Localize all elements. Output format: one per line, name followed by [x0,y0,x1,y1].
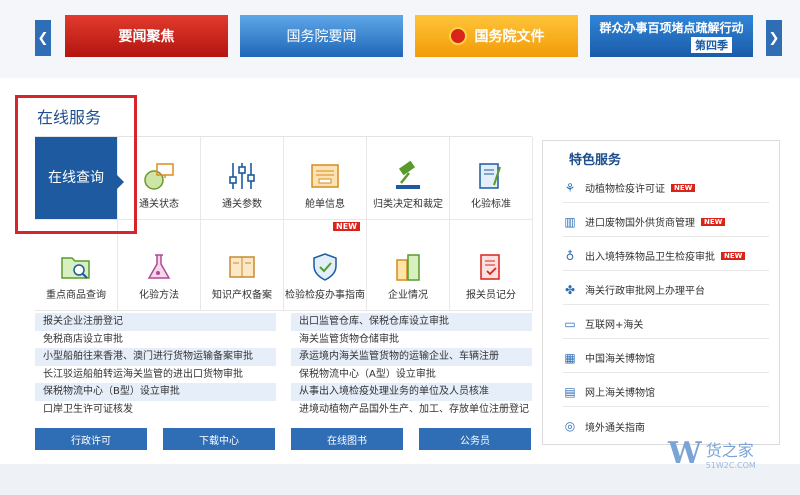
monitor-icon: ▭ [564,316,576,331]
download-center-button[interactable]: 下载中心 [163,428,275,450]
banner-carousel: ❮ 要闻聚焦 国务院要闻 国务院文件 群众办事百项堵点疏解行动 第四季 ❯ [0,0,800,78]
tile-classification-ruling[interactable]: 归类决定和裁定 [367,137,450,220]
link-item[interactable]: 保税物流中心（A型）设立审批 [291,366,532,384]
tray-icon [308,161,342,191]
book-icon [225,252,259,282]
web-museum-icon: ▤ [564,384,576,399]
new-badge: NEW [701,217,726,226]
special-item-label: 进口废物国外供货商管理 [585,218,695,229]
flask-icon [142,252,176,282]
special-item-label: 动植物检疫许可证 [585,184,665,195]
special-item-customs-museum[interactable]: ▦ 中国海关博物馆 [563,343,769,373]
special-item-label: 出入境特殊物品卫生检疫审批 [585,252,715,263]
special-item-label: 网上海关博物馆 [585,388,655,399]
tile-label: 重点商品查询 [46,290,106,301]
page: ❮ 要闻聚焦 国务院要闻 国务院文件 群众办事百项堵点疏解行动 第四季 ❯ 在线… [0,0,800,495]
highlight-box [15,95,137,234]
link-item[interactable]: 海关监管货物仓储审批 [291,331,532,349]
special-item-internet-customs[interactable]: ▭ 互联网+海关 [563,309,769,339]
tile-label: 检验检疫办事指南 [285,290,365,301]
tile-label: 化验标准 [471,199,511,210]
banner-state-council-docs[interactable]: 国务院文件 [415,15,578,57]
special-services-panel: 特色服务 ⚘ 动植物检疫许可证 NEW ▥ 进口废物国外供货商管理 NEW ♁ … [542,140,780,445]
banner-news-focus[interactable]: 要闻聚焦 [65,15,228,57]
tile-label: 归类决定和裁定 [373,199,443,210]
link-item[interactable]: 出口监管仓库、保税仓库设立审批 [291,313,532,331]
special-services-title: 特色服务 [569,153,622,168]
document-check-icon [474,252,508,282]
special-item-label: 互联网+海关 [585,320,644,331]
special-item-online-approval[interactable]: ✤ 海关行政审批网上办理平台 [563,275,769,305]
flask-icon: ♁ [565,248,575,263]
watermark-cn: 货之家 [705,440,754,460]
banner-state-council-docs-label: 国务院文件 [474,29,545,45]
globe-monitor-icon [142,161,176,191]
link-item[interactable]: 小型船舶往来香港、澳门进行货物运输备案审批 [35,348,276,366]
tile-label: 通关状态 [139,199,179,210]
shield-check-icon [308,252,342,282]
special-item-plant-quarantine[interactable]: ⚘ 动植物检疫许可证 NEW [563,173,769,203]
tile-ip-filing[interactable]: 知识产权备案 [201,220,284,311]
document-pen-icon [474,161,508,191]
compass-icon: ◎ [564,419,576,433]
gavel-icon [391,161,425,191]
tile-clearance-params[interactable]: 通关参数 [201,137,284,220]
tile-declarant-score[interactable]: 报关员记分 [450,220,533,311]
special-item-label: 中国海关博物馆 [585,354,655,365]
banner-service-campaign[interactable]: 群众办事百项堵点疏解行动 第四季 [590,15,753,57]
new-badge: NEW [671,183,696,192]
handshake-icon: ✤ [564,282,576,297]
banner-season-tag: 第四季 [691,37,732,53]
national-emblem-icon [448,27,467,45]
watermark-text: 货之家 51W2C.COM [706,437,756,470]
link-list-right: 出口监管仓库、保税仓库设立审批 海关监管货物仓储审批 承运境内海关监管货物的运输… [291,313,532,418]
watermark-en: 51W2C.COM [705,460,756,470]
banner-service-campaign-label: 群众办事百项堵点疏解行动 [599,21,744,35]
museum-icon: ▦ [564,350,576,365]
link-item[interactable]: 长江驳运船舶转运海关监管的进出口货物审批 [35,366,276,384]
tile-label: 化验方法 [139,290,179,301]
trash-icon: ▥ [564,214,576,229]
special-item-label: 海关行政审批网上办理平台 [585,286,705,297]
watermark-letter: W [668,435,702,471]
tile-label: 知识产权备案 [212,290,272,301]
tile-label: 企业情况 [388,290,428,301]
buildings-icon [391,252,425,282]
link-item[interactable]: 保税物流中心（B型）设立审批 [35,383,276,401]
special-item-online-museum[interactable]: ▤ 网上海关博物馆 [563,377,769,407]
prev-arrow-icon[interactable]: ❮ [35,20,51,56]
sliders-icon [225,161,259,191]
tile-label: 报关员记分 [466,290,516,301]
link-item[interactable]: 从事出入境检疫处理业务的单位及人员核准 [291,383,532,401]
link-item[interactable]: 报关企业注册登记 [35,313,276,331]
tile-label: 舱单信息 [305,199,345,210]
link-item[interactable]: 免税商店设立审批 [35,331,276,349]
tile-enterprise-info[interactable]: 企业情况 [367,220,450,311]
watermark-logo: W 货之家 51W2C.COM [668,433,794,473]
new-badge: NEW [721,251,746,260]
banner-state-council-news[interactable]: 国务院要闻 [240,15,403,57]
plant-icon: ⚘ [564,180,576,195]
link-item[interactable]: 口岸卫生许可证核发 [35,401,276,419]
admin-license-button[interactable]: 行政许可 [35,428,147,450]
online-library-button[interactable]: 在线图书 [291,428,403,450]
next-arrow-icon[interactable]: ❯ [766,20,782,56]
link-item[interactable]: 承运境内海关监管货物的运输企业、车辆注册 [291,348,532,366]
civil-servant-button[interactable]: 公务员 [419,428,531,450]
new-badge: NEW [333,222,360,231]
folder-search-icon [59,252,93,282]
tile-lab-standards[interactable]: 化验标准 [450,137,533,220]
tile-manifest-info[interactable]: 舱单信息 [284,137,367,220]
special-item-waste-supplier[interactable]: ▥ 进口废物国外供货商管理 NEW [563,207,769,237]
link-item[interactable]: 进境动植物产品国外生产、加工、存放单位注册登记 [291,401,532,419]
tile-label: 通关参数 [222,199,262,210]
special-item-label: 境外通关指南 [585,422,645,434]
special-item-special-goods[interactable]: ♁ 出入境特殊物品卫生检疫审批 NEW [563,241,769,271]
tile-inspection-guide[interactable]: NEW 检验检疫办事指南 [284,220,367,311]
link-list-left: 报关企业注册登记 免税商店设立审批 小型船舶往来香港、澳门进行货物运输备案审批 … [35,313,276,418]
